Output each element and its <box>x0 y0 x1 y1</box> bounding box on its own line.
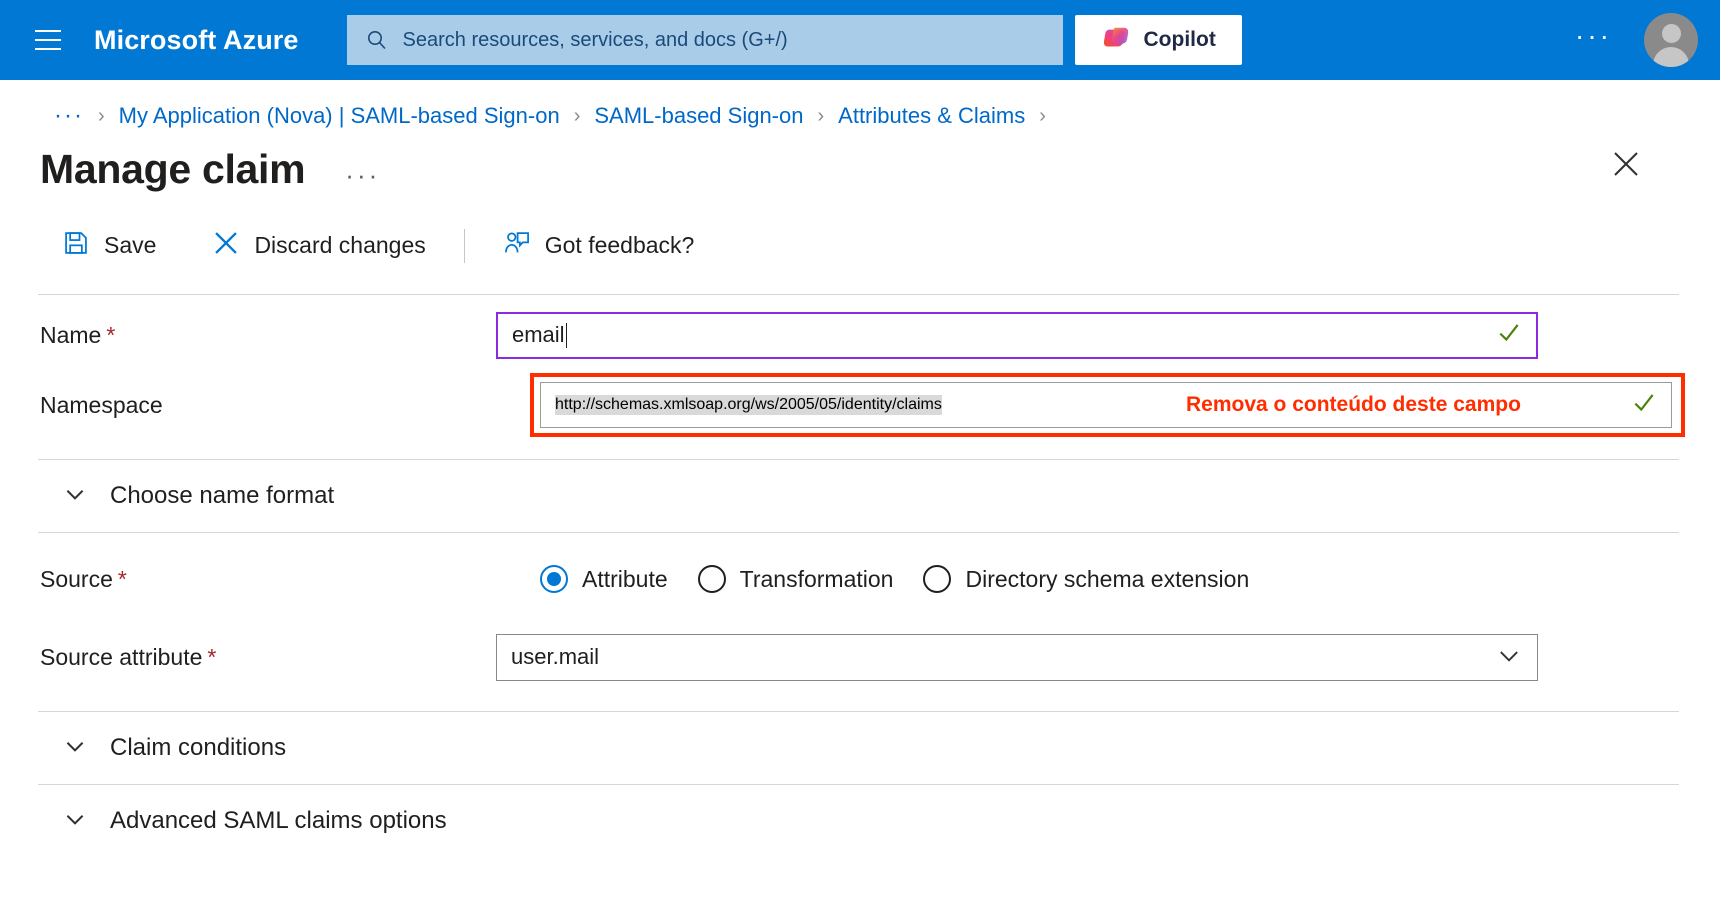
topbar-more-icon[interactable]: ··· <box>1569 21 1618 59</box>
radio-attribute-label: Attribute <box>582 565 668 592</box>
required-marker: * <box>117 565 127 592</box>
breadcrumb-separator: › <box>817 104 825 127</box>
radio-indicator <box>540 565 568 593</box>
form-row-namespace: Namespace http://schemas.xmlsoap.org/ws/… <box>40 373 1685 437</box>
source-label: Source <box>40 565 113 592</box>
copilot-button[interactable]: Copilot <box>1074 15 1242 65</box>
topbar-right-actions: ··· <box>1569 13 1698 67</box>
azure-top-navigation-bar: Microsoft Azure Search resources, servic… <box>0 0 1720 80</box>
claim-conditions-label: Claim conditions <box>110 734 287 761</box>
radio-transformation[interactable]: Transformation <box>697 565 894 593</box>
got-feedback-label: Got feedback? <box>544 232 695 258</box>
search-icon <box>365 28 389 52</box>
name-input-value: email <box>512 322 565 347</box>
chevron-down-icon <box>1495 641 1523 674</box>
namespace-input[interactable]: http://schemas.xmlsoap.org/ws/2005/05/id… <box>540 382 1672 428</box>
radio-indicator <box>923 565 952 593</box>
copilot-label: Copilot <box>1143 28 1216 51</box>
source-attribute-label-group: Source attribute * <box>40 644 496 671</box>
namespace-annotation-text: Remova o conteúdo deste campo <box>1186 393 1521 416</box>
namespace-label: Namespace <box>40 391 163 418</box>
discard-changes-button[interactable]: Discard changes <box>202 223 435 268</box>
breadcrumb-overflow[interactable]: ··· <box>54 102 84 130</box>
avatar[interactable] <box>1644 13 1698 67</box>
search-input[interactable] <box>402 28 1045 52</box>
name-label-group: Name * <box>40 322 496 349</box>
breadcrumb-item-application[interactable]: My Application (Nova) | SAML-based Sign-… <box>119 103 560 129</box>
global-search-box[interactable] <box>346 15 1063 65</box>
source-attribute-label: Source attribute <box>40 643 203 670</box>
divider <box>38 294 1679 295</box>
breadcrumb-separator: › <box>1039 104 1046 127</box>
discard-changes-label: Discard changes <box>254 232 426 258</box>
chevron-down-icon <box>62 481 88 512</box>
advanced-saml-claims-options-label: Advanced SAML claims options <box>110 807 447 834</box>
source-attribute-dropdown[interactable]: user.mail <box>496 633 1538 681</box>
radio-attribute[interactable]: Attribute <box>540 565 668 593</box>
page-more-icon[interactable]: ··· <box>345 160 380 191</box>
choose-name-format-label: Choose name format <box>110 482 335 509</box>
radio-transformation-label: Transformation <box>739 565 894 592</box>
form-row-source: Source * Attribute Transformation Direct… <box>40 547 1680 611</box>
source-radio-group: Attribute Transformation Directory schem… <box>540 565 1249 593</box>
form-row-name: Name * email <box>40 303 1680 367</box>
chevron-down-icon <box>62 806 88 837</box>
save-label: Save <box>104 232 157 258</box>
accordion-choose-name-format[interactable]: Choose name format <box>40 460 1680 532</box>
text-cursor <box>565 322 567 348</box>
page-header: Manage claim ··· <box>0 130 1720 193</box>
got-feedback-button[interactable]: Got feedback? <box>493 223 705 268</box>
required-marker: * <box>207 643 217 670</box>
breadcrumb-separator: › <box>573 104 581 127</box>
accordion-claim-conditions[interactable]: Claim conditions <box>40 712 1680 784</box>
checkmark-icon <box>1496 320 1522 351</box>
name-field-wrap: email <box>496 311 1680 359</box>
source-attribute-field-wrap: user.mail <box>496 633 1680 681</box>
accordion-advanced-saml-claims-options[interactable]: Advanced SAML claims options <box>40 785 1680 857</box>
manage-claim-form: Name * email Namespace http://schemas.xm… <box>0 294 1720 857</box>
copilot-icon <box>1101 24 1131 57</box>
name-label: Name <box>40 321 102 348</box>
divider <box>38 532 1679 533</box>
breadcrumb-item-attributes-claims[interactable]: Attributes & Claims <box>838 103 1025 129</box>
breadcrumb: ··· › My Application (Nova) | SAML-based… <box>0 80 1720 130</box>
close-x-icon <box>212 229 240 262</box>
hamburger-icon[interactable] <box>26 18 70 62</box>
feedback-person-icon <box>503 229 531 262</box>
breadcrumb-item-saml-sign-on[interactable]: SAML-based Sign-on <box>594 103 803 129</box>
source-label-group: Source * <box>40 566 496 593</box>
save-icon <box>62 229 90 262</box>
toolbar-divider <box>463 228 465 263</box>
save-button[interactable]: Save <box>52 223 166 268</box>
checkmark-icon <box>1631 390 1657 421</box>
namespace-input-value: http://schemas.xmlsoap.org/ws/2005/05/id… <box>555 395 942 415</box>
command-toolbar: Save Discard changes Got feedback? <box>0 193 1720 268</box>
source-attribute-value: user.mail <box>511 644 600 669</box>
required-marker: * <box>106 321 116 348</box>
page-title: Manage claim <box>40 146 306 192</box>
azure-brand-logo[interactable]: Microsoft Azure <box>94 25 299 56</box>
chevron-down-icon <box>62 733 88 764</box>
radio-directory-schema-extension[interactable]: Directory schema extension <box>923 565 1249 593</box>
radio-indicator <box>697 565 726 593</box>
breadcrumb-separator: › <box>97 104 105 127</box>
radio-directory-schema-extension-label: Directory schema extension <box>965 565 1250 592</box>
form-row-source-attribute: Source attribute * user.mail <box>40 625 1680 689</box>
close-icon[interactable] <box>1606 144 1646 184</box>
name-input[interactable]: email <box>496 311 1538 359</box>
